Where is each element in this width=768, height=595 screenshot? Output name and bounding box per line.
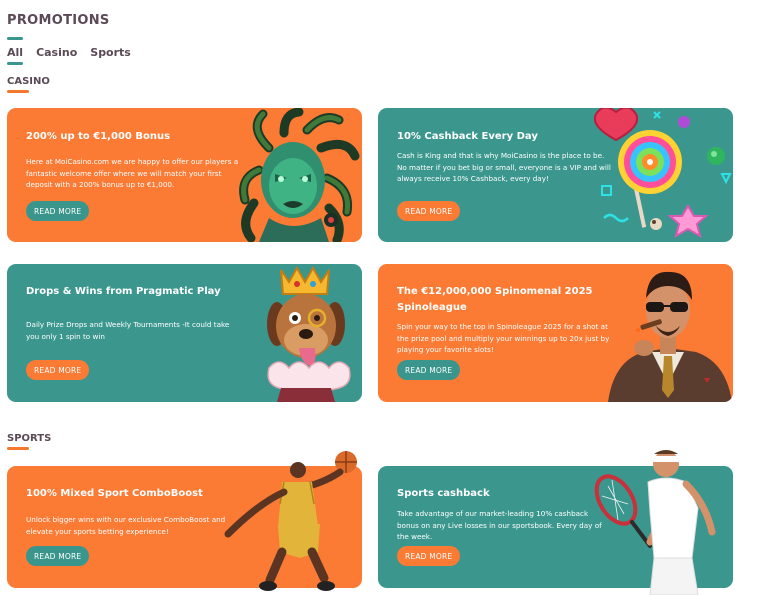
crowned-dog-image [267,265,351,402]
card-description: Daily Prize Drops and Weekly Tournaments… [26,320,230,341]
read-more-button[interactable]: READ MORE [397,201,461,221]
card-description: Spin your way to the top in Spinoleague … [397,322,610,354]
card-title: Sports cashback [397,488,490,499]
read-more-button[interactable]: READ MORE [26,546,90,566]
page-title: PROMOTIONS [7,13,110,28]
read-more-button[interactable]: READ MORE [26,360,90,380]
card-title: Drops & Wins from Pragmatic Play [26,286,221,297]
tab-casino[interactable]: Casino [36,46,77,64]
mobster-cigar-image [608,271,732,402]
promo-card-cashback: 10% Cashback Every Day Cash is King and … [378,108,733,242]
title-underline [7,37,23,40]
promo-card-spinoleague: The €12,000,000 Spinomenal 2025 Spinolea… [378,264,733,402]
promo-card-welcome-bonus: 200% up to €1,000 Bonus Here at MoiCasin… [7,108,362,242]
card-description: Here at MoiCasino.com we are happy to of… [26,157,239,189]
card-description: Cash is King and that is why MoiCasino i… [397,151,611,183]
tennis-player-image [594,450,716,595]
section-title-casino: CASINO [7,76,50,87]
section-underline-sports [7,447,29,450]
basketball-player-image [224,451,357,591]
promo-card-drops-wins: Drops & Wins from Pragmatic Play Daily P… [7,264,362,402]
card-title: 200% up to €1,000 Bonus [26,131,171,142]
card-title: The €12,000,000 Spinomenal 2025 Spinolea… [397,286,593,313]
tab-sports[interactable]: Sports [90,46,131,64]
read-more-button[interactable]: READ MORE [397,546,461,566]
card-description: Unlock bigger wins with our exclusive Co… [26,515,226,536]
filter-tabs: All Casino Sports [7,46,131,65]
tab-all[interactable]: All [7,46,24,65]
section-underline-casino [7,90,29,93]
lollipop-candy-image [594,108,732,239]
card-description: Take advantage of our market-leading 10%… [397,509,602,541]
section-title-sports: SPORTS [7,433,52,444]
read-more-button[interactable]: READ MORE [397,360,461,380]
card-title: 100% Mixed Sport ComboBoost [26,488,203,499]
medusa-image [239,108,360,242]
card-title: 10% Cashback Every Day [397,131,538,142]
read-more-button[interactable]: READ MORE [26,201,90,221]
